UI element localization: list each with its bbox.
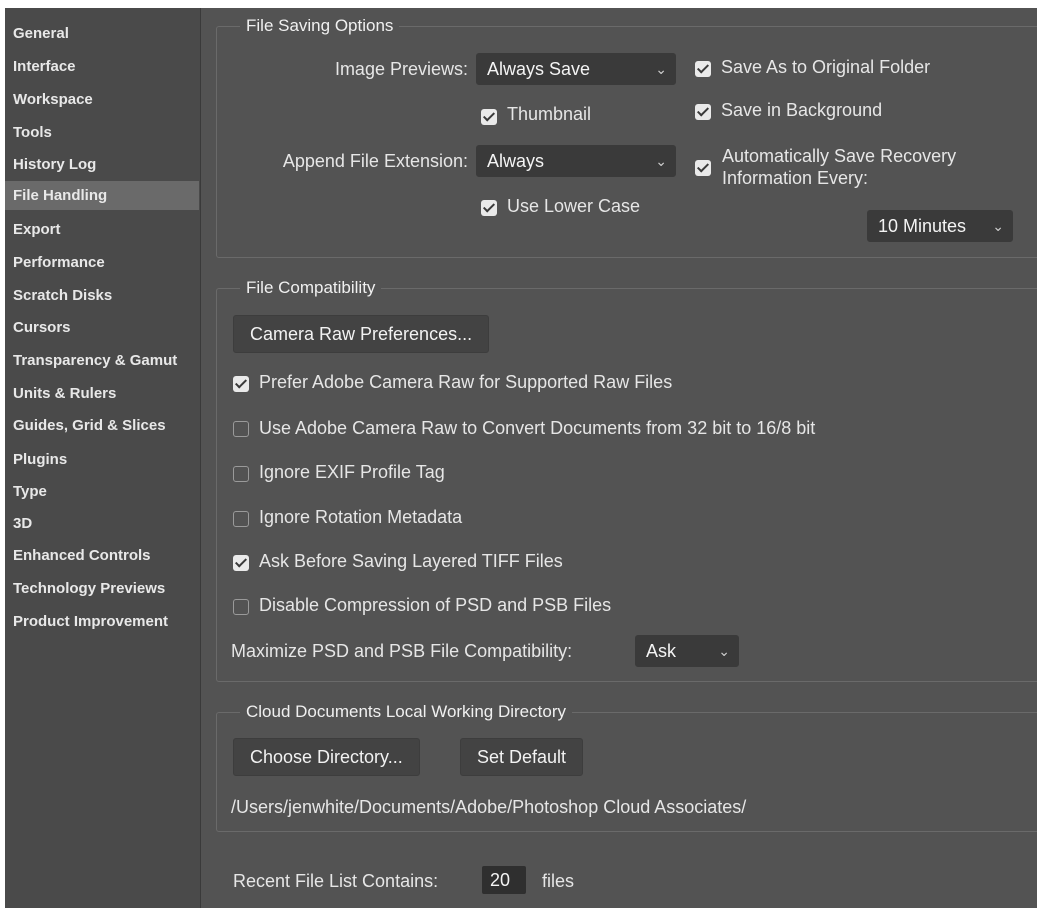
sidebar-item-guides-grid-slices[interactable]: Guides, Grid & Slices <box>5 411 199 440</box>
ignore-rotation-metadata-label: Ignore Rotation Metadata <box>259 507 463 527</box>
image-previews-label: Image Previews: <box>334 59 468 79</box>
cloud-directory-path: /Users/jenwhite/Documents/Adobe/Photosho… <box>231 797 747 817</box>
sidebar-item-enhanced-controls[interactable]: Enhanced Controls <box>5 541 199 570</box>
recovery-interval-select[interactable]: 10 Minutes ⌄ <box>867 210 1013 242</box>
file-saving-options-title: File Saving Options <box>240 16 400 36</box>
recent-file-list-label: Recent File List Contains: <box>233 871 439 891</box>
preferences-content: File Saving Options Image Previews: Alwa… <box>201 8 1037 908</box>
choose-directory-button[interactable]: Choose Directory... <box>233 738 420 776</box>
sidebar-item-plugins[interactable]: Plugins <box>5 445 199 474</box>
sidebar-item-technology-previews[interactable]: Technology Previews <box>5 574 199 603</box>
auto-save-recovery-label-line1: Automatically Save Recovery <box>722 146 957 166</box>
append-file-extension-select[interactable]: Always ⌄ <box>476 145 676 177</box>
thumbnail-label: Thumbnail <box>507 104 592 124</box>
sidebar-item-scratch-disks[interactable]: Scratch Disks <box>5 281 199 310</box>
sidebar-item-export[interactable]: Export <box>5 215 199 244</box>
chevron-down-icon: ⌄ <box>655 61 667 77</box>
append-file-extension-label: Append File Extension: <box>282 151 468 171</box>
maximize-compatibility-value: Ask <box>646 641 677 661</box>
preferences-sidebar: General Interface Workspace Tools Histor… <box>5 8 201 908</box>
set-default-button[interactable]: Set Default <box>460 738 584 776</box>
use-lower-case-label: Use Lower Case <box>507 196 641 216</box>
image-previews-select[interactable]: Always Save ⌄ <box>476 53 676 85</box>
ignore-rotation-metadata-checkbox[interactable] <box>233 511 249 527</box>
file-compatibility-title: File Compatibility <box>240 278 382 298</box>
disable-psd-compression-label: Disable Compression of PSD and PSB Files <box>259 595 612 615</box>
save-in-background-checkbox[interactable] <box>695 104 711 120</box>
sidebar-item-transparency-gamut[interactable]: Transparency & Gamut <box>5 346 199 375</box>
maximize-compatibility-select[interactable]: Ask ⌄ <box>635 635 739 667</box>
camera-raw-convert-32bit-label: Use Adobe Camera Raw to Convert Document… <box>259 418 816 438</box>
sidebar-item-file-handling[interactable]: File Handling <box>5 181 199 210</box>
sidebar-item-general[interactable]: General <box>5 19 199 48</box>
prefer-camera-raw-label: Prefer Adobe Camera Raw for Supported Ra… <box>259 372 673 392</box>
chevron-down-icon: ⌄ <box>992 218 1004 234</box>
sidebar-item-workspace[interactable]: Workspace <box>5 85 199 114</box>
disable-psd-compression-checkbox[interactable] <box>233 599 249 615</box>
sidebar-item-tools[interactable]: Tools <box>5 118 199 147</box>
append-file-extension-value: Always <box>487 151 545 171</box>
ignore-exif-profile-checkbox[interactable] <box>233 466 249 482</box>
auto-save-recovery-checkbox[interactable] <box>695 160 711 176</box>
cloud-documents-title: Cloud Documents Local Working Directory <box>240 702 572 722</box>
sidebar-item-history-log[interactable]: History Log <box>5 150 199 179</box>
recent-file-count-input[interactable]: 20 <box>482 866 526 894</box>
chevron-down-icon: ⌄ <box>655 153 667 169</box>
sidebar-item-3d[interactable]: 3D <box>5 509 199 538</box>
camera-raw-preferences-button[interactable]: Camera Raw Preferences... <box>233 315 490 353</box>
sidebar-item-cursors[interactable]: Cursors <box>5 313 199 342</box>
prefer-camera-raw-checkbox[interactable] <box>233 376 249 392</box>
auto-save-recovery-label-line2: Information Every: <box>722 168 869 188</box>
ask-before-saving-tiff-checkbox[interactable] <box>233 555 249 571</box>
thumbnail-checkbox[interactable] <box>481 109 497 125</box>
chevron-down-icon: ⌄ <box>718 643 730 659</box>
save-as-original-folder-label: Save As to Original Folder <box>721 57 931 77</box>
camera-raw-convert-32bit-checkbox[interactable] <box>233 421 249 437</box>
sidebar-item-product-improvement[interactable]: Product Improvement <box>5 607 199 636</box>
sidebar-item-performance[interactable]: Performance <box>5 248 199 277</box>
preferences-window: General Interface Workspace Tools Histor… <box>5 8 1037 908</box>
sidebar-item-type[interactable]: Type <box>5 477 199 506</box>
ignore-exif-profile-label: Ignore EXIF Profile Tag <box>259 462 445 482</box>
use-lower-case-checkbox[interactable] <box>481 200 497 216</box>
ask-before-saving-tiff-label: Ask Before Saving Layered TIFF Files <box>259 551 563 571</box>
sidebar-item-interface[interactable]: Interface <box>5 52 199 81</box>
recent-file-suffix: files <box>542 871 575 891</box>
recovery-interval-value: 10 Minutes <box>878 216 967 236</box>
image-previews-value: Always Save <box>487 59 591 79</box>
save-as-original-folder-checkbox[interactable] <box>695 61 711 77</box>
maximize-compatibility-label: Maximize PSD and PSB File Compatibility: <box>231 641 573 661</box>
save-in-background-label: Save in Background <box>721 100 883 120</box>
sidebar-item-units-rulers[interactable]: Units & Rulers <box>5 379 199 408</box>
